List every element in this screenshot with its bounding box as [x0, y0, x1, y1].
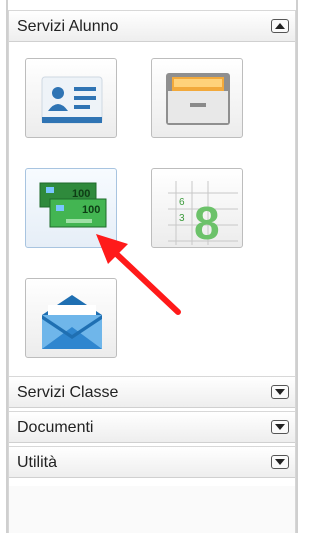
section-title-servizi-classe: Servizi Classe [17, 384, 119, 401]
tile-registro[interactable]: 6 3 8 [151, 168, 243, 249]
section-title-documenti: Documenti [17, 419, 94, 436]
chevron-up-icon [275, 23, 285, 29]
tile-messaggi[interactable] [25, 278, 117, 358]
section-title-servizi-alunno: Servizi Alunno [17, 18, 119, 35]
calendar-number-8: 8 [194, 197, 220, 249]
calendar-grid-icon: 6 3 8 [168, 181, 238, 249]
expand-toggle-utilita[interactable] [271, 455, 289, 469]
chevron-down-icon [275, 389, 285, 395]
banknotes-icon: 100 100 [39, 182, 107, 228]
tile-anagrafica[interactable] [25, 58, 117, 138]
id-card-icon [41, 76, 103, 124]
section-header-servizi-alunno[interactable]: Servizi Alunno [9, 10, 295, 42]
calendar-number-3: 3 [179, 213, 185, 224]
expand-toggle-documenti[interactable] [271, 420, 289, 434]
chevron-down-icon [275, 424, 285, 430]
tile-pagamenti[interactable]: 100 100 [25, 168, 117, 248]
app-frame: Servizi Alunno 100 100 6 3 8 Servizi Cla… [0, 0, 304, 533]
tile-archivio[interactable] [151, 58, 243, 138]
expand-toggle-servizi-classe[interactable] [271, 385, 289, 399]
banknote-value-2: 100 [82, 204, 100, 216]
services-panel: Servizi Alunno 100 100 6 3 8 Servizi Cla… [8, 10, 296, 533]
file-drawer-icon [166, 73, 230, 125]
envelope-icon [42, 295, 102, 349]
section-header-utilita[interactable]: Utilità [9, 446, 295, 478]
section-title-utilita: Utilità [17, 454, 58, 471]
section-header-documenti[interactable]: Documenti [9, 411, 295, 443]
chevron-down-icon [275, 459, 285, 465]
section-header-servizi-classe[interactable]: Servizi Classe [9, 376, 295, 408]
panel-empty-area [9, 486, 295, 533]
right-divider [296, 0, 298, 533]
banknote-value-1: 100 [72, 188, 90, 200]
collapse-toggle-servizi-alunno[interactable] [271, 19, 289, 33]
calendar-number-6: 6 [179, 197, 185, 208]
